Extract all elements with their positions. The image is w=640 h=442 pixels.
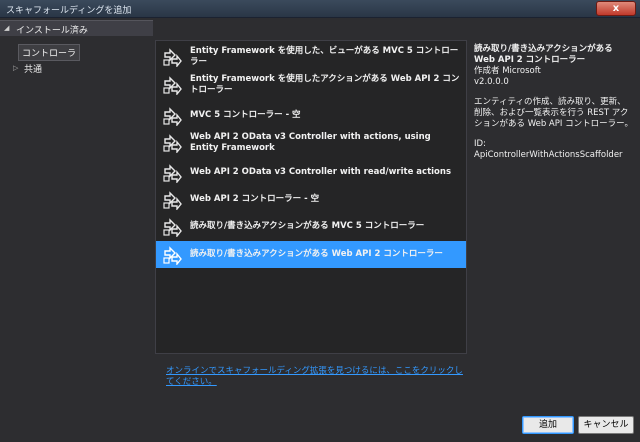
cancel-button[interactable]: キャンセル (578, 416, 634, 434)
installed-section-label: インストール済み (16, 26, 88, 36)
tree-item-common[interactable]: ▷ 共通 (0, 62, 153, 78)
template-item[interactable]: MVC 5 コントローラー - 空 (156, 102, 466, 129)
expand-arrow-icon[interactable]: ▷ (13, 64, 18, 72)
window-title: スキャフォールディングを追加 (6, 6, 132, 16)
template-item-label: Web API 2 OData v3 Controller with actio… (190, 131, 431, 153)
template-item[interactable]: 読み取り/書き込みアクションがある MVC 5 コントローラー (156, 213, 466, 241)
detail-name: 読み取り/書き込みアクションがある Web API 2 コントローラー (474, 44, 613, 65)
add-button[interactable]: 追加 (522, 416, 574, 434)
scaffold-api-icon (163, 76, 182, 95)
template-item[interactable]: Entity Framework を使用した、ビューがある MVC 5 コントロ… (156, 43, 466, 71)
collapse-triangle-icon: ◢ (4, 24, 10, 32)
tree-item-controller[interactable]: コントローラ (0, 44, 153, 61)
scaffold-icon (163, 246, 182, 265)
detail-id: ID: ApiControllerWithActionsScaffolder (474, 139, 623, 160)
template-item-label: Web API 2 コントローラー - 空 (190, 194, 320, 204)
scaffold-icon (163, 134, 182, 153)
detail-author: 作成者 Microsoft (474, 66, 541, 76)
template-item-label: 読み取り/書き込みアクションがある MVC 5 コントローラー (190, 221, 425, 231)
template-item[interactable]: Entity Framework を使用したアクションがある Web API 2… (156, 71, 466, 99)
close-button[interactable]: x (596, 1, 636, 16)
template-item-label: MVC 5 コントローラー - 空 (190, 110, 301, 120)
template-item[interactable]: Web API 2 OData v3 Controller with read/… (156, 159, 466, 186)
tree-item-label: 共通 (24, 65, 43, 75)
template-item-label: 読み取り/書き込みアクションがある Web API 2 コントローラー (190, 249, 443, 259)
scaffold-mvc-icon (163, 48, 182, 67)
tree-item-label: コントローラ (18, 44, 81, 61)
close-icon: x (612, 3, 620, 14)
online-extensions-link[interactable]: オンラインでスキャフォールディング拡張を見つけるには、ここをクリックしてください… (166, 366, 466, 388)
template-item[interactable]: Web API 2 OData v3 Controller with actio… (156, 129, 466, 159)
header-strip (153, 20, 640, 36)
detail-description: エンティティの作成、読み取り、更新、削除、および一覧表示を行う REST アクシ… (474, 97, 634, 129)
template-item-label: Entity Framework を使用した、ビューがある MVC 5 コントロ… (190, 45, 459, 67)
template-item-label: Web API 2 OData v3 Controller with read/… (190, 167, 452, 177)
template-item-label: Entity Framework を使用したアクションがある Web API 2… (190, 73, 460, 95)
scaffold-icon (163, 164, 182, 183)
title-bar: スキャフォールディングを追加 x (0, 0, 640, 18)
template-item[interactable]: Web API 2 コントローラー - 空 (156, 186, 466, 213)
installed-section-header[interactable]: ◢ インストール済み (0, 20, 153, 36)
category-tree: コントローラ ▷ 共通 (0, 36, 153, 402)
details-pane: 読み取り/書き込みアクションがある Web API 2 コントローラー 作成者 … (474, 44, 634, 161)
scaffold-icon (163, 191, 182, 210)
template-item[interactable]: 読み取り/書き込みアクションがある Web API 2 コントローラー (156, 241, 466, 268)
detail-version: v2.0.0.0 (474, 77, 509, 87)
scaffold-icon (163, 218, 182, 237)
scaffold-template-list: Entity Framework を使用した、ビューがある MVC 5 コントロ… (155, 40, 467, 354)
scaffold-icon (163, 107, 182, 126)
